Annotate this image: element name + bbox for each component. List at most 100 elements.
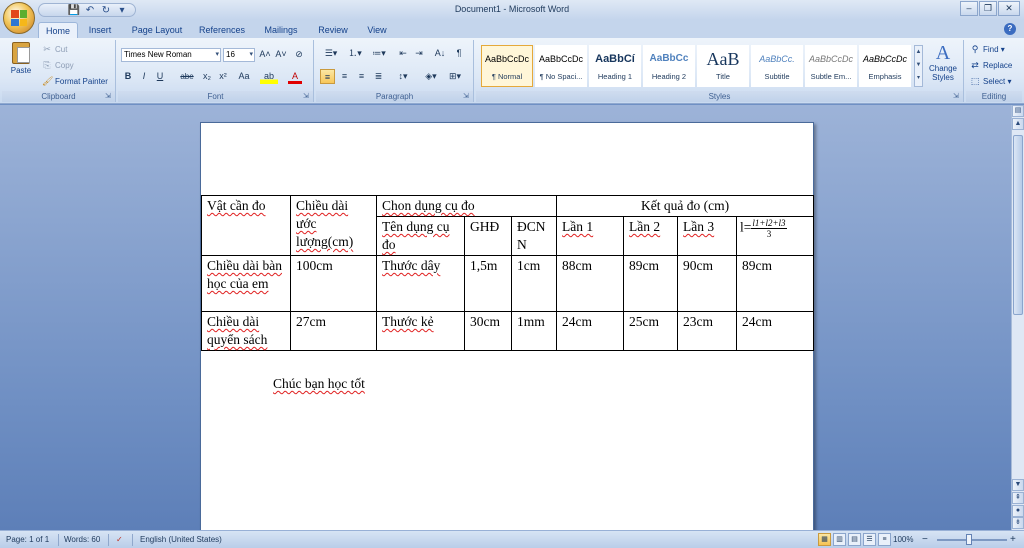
style-title[interactable]: AaB Title — [697, 45, 749, 87]
shrink-font-button[interactable]: A˅ — [274, 47, 288, 62]
style-no-spacing[interactable]: AaBbCcDc ¶ No Spaci... — [535, 45, 587, 87]
tab-home[interactable]: Home — [38, 22, 78, 38]
table-cell[interactable]: Thước kẻ — [376, 311, 465, 351]
zoom-in-button[interactable]: + — [1010, 534, 1016, 546]
table-cell[interactable]: 27cm — [290, 311, 377, 351]
table-cell[interactable]: 30cm — [464, 311, 512, 351]
table-cell[interactable]: 88cm — [556, 255, 625, 312]
superscript-button[interactable]: x² — [216, 69, 230, 84]
format-painter-button[interactable]: 🖌 Format Painter — [42, 74, 108, 88]
strikethrough-button[interactable]: abe — [178, 69, 196, 84]
table-cell[interactable]: 24cm — [736, 311, 815, 351]
print-layout-view-button[interactable]: ▦ — [818, 533, 831, 546]
close-button[interactable]: ✕ — [998, 1, 1020, 16]
change-case-button[interactable]: Aa — [234, 69, 254, 84]
copy-button[interactable]: ⎘ Copy — [42, 58, 73, 72]
numbering-button[interactable]: ⒈▾ — [344, 46, 366, 61]
table-cell[interactable]: ĐCNN — [510, 216, 558, 256]
clear-formatting-button[interactable]: ⊘ — [292, 47, 306, 62]
draft-view-button[interactable]: ≡ — [878, 533, 891, 546]
tab-view[interactable]: View — [362, 22, 392, 38]
table-cell[interactable]: Kết quả đo (cm) — [556, 195, 815, 217]
style-heading-1[interactable]: AaBbCí Heading 1 — [589, 45, 641, 87]
table-cell[interactable]: 25cm — [623, 311, 679, 351]
bold-button[interactable]: B — [121, 69, 135, 84]
vertical-scrollbar[interactable]: ▤ ▲ ▼ ⇞ ● ⇟ — [1011, 105, 1024, 530]
decrease-indent-button[interactable]: ⇤ — [396, 46, 410, 61]
table-cell[interactable]: Chiều dài quyển sách — [201, 311, 291, 351]
align-center-button[interactable]: ≡ — [337, 69, 352, 84]
show-hide-button[interactable]: ¶ — [452, 46, 466, 61]
find-button[interactable]: ⚲ Find ▾ — [970, 42, 1005, 56]
web-layout-button[interactable]: ▤ — [848, 533, 861, 546]
word-count[interactable]: Words: 60 — [64, 534, 100, 546]
language-indicator[interactable]: English (United States) — [140, 534, 222, 546]
styles-launcher-icon[interactable]: ⇲ — [953, 93, 961, 101]
style-heading-2[interactable]: AaBbCc Heading 2 — [643, 45, 695, 87]
redo-icon[interactable]: ↻ — [99, 5, 113, 16]
sort-button[interactable]: A↓ — [432, 46, 448, 61]
paste-button[interactable]: Paste — [6, 42, 36, 88]
bullets-button[interactable]: ☰▾ — [320, 46, 342, 61]
proofing-icon[interactable]: ✓ — [116, 534, 123, 546]
browse-object-button[interactable]: ● — [1012, 505, 1024, 517]
save-icon[interactable]: 💾 — [67, 5, 81, 16]
table-cell[interactable]: 24cm — [556, 311, 625, 351]
tab-mailings[interactable]: Mailings — [256, 22, 306, 38]
table-cell[interactable]: 1,5m — [464, 255, 512, 312]
minimize-button[interactable]: – — [960, 1, 978, 16]
table-cell[interactable]: Lần 3 — [677, 216, 738, 256]
table-cell[interactable]: 1mm — [510, 311, 558, 351]
select-button[interactable]: ⬚ Select ▾ — [970, 74, 1012, 88]
scroll-thumb[interactable] — [1013, 135, 1023, 315]
undo-icon[interactable]: ↶ — [83, 5, 97, 16]
table-cell[interactable]: Chiều dài bàn học của em — [201, 255, 291, 312]
table-cell[interactable]: 89cm — [623, 255, 679, 312]
tab-references[interactable]: References — [194, 22, 250, 38]
table-cell[interactable]: Chon dụng cụ đo — [375, 195, 558, 217]
cut-button[interactable]: ✂ Cut — [42, 42, 67, 56]
styles-scroll-buttons[interactable]: ▲ ▼ ▾ — [914, 45, 923, 87]
tab-review[interactable]: Review — [312, 22, 354, 38]
measurement-table[interactable]: Vật cần đo Chiều dài ước lượng(cm) Chon … — [201, 195, 815, 351]
shading-button[interactable]: ◈▾ — [420, 69, 442, 84]
previous-page-button[interactable]: ⇞ — [1012, 492, 1024, 504]
table-cell[interactable]: Thước dây — [376, 255, 465, 312]
font-color-button[interactable]: A — [288, 69, 302, 84]
table-cell[interactable]: 90cm — [677, 255, 738, 312]
table-cell[interactable]: Vật cần đo — [201, 195, 291, 256]
borders-button[interactable]: ⊞▾ — [444, 69, 466, 84]
align-right-button[interactable]: ≡ — [354, 69, 369, 84]
full-screen-reading-button[interactable]: ▥ — [833, 533, 846, 546]
ruler-toggle-icon[interactable]: ▤ — [1012, 105, 1024, 117]
table-cell[interactable]: Lần 1 — [556, 216, 625, 256]
zoom-slider-thumb[interactable] — [966, 534, 972, 545]
font-size-combo[interactable]: 16 ▾ — [223, 48, 255, 62]
table-cell[interactable]: 1cm — [510, 255, 558, 312]
table-cell[interactable]: 89cm — [736, 255, 815, 312]
document-area[interactable]: Vật cần đo Chiều dài ước lượng(cm) Chon … — [0, 105, 1011, 530]
document-page[interactable]: Vật cần đo Chiều dài ước lượng(cm) Chon … — [200, 122, 815, 530]
zoom-slider-track[interactable] — [937, 539, 1007, 541]
tab-page-layout[interactable]: Page Layout — [126, 22, 188, 38]
italic-button[interactable]: I — [137, 69, 151, 84]
highlight-button[interactable]: ab — [260, 69, 278, 84]
justify-button[interactable]: ≣ — [371, 69, 386, 84]
multilevel-list-button[interactable]: ≔▾ — [368, 46, 390, 61]
style-emphasis[interactable]: AaBbCcDc Emphasis — [859, 45, 911, 87]
style-subtitle[interactable]: AaBbCc. Subtitle — [751, 45, 803, 87]
scroll-down-button[interactable]: ▼ — [1012, 479, 1024, 491]
table-cell[interactable]: l= l1+l2+l3 3 — [736, 216, 815, 256]
page-indicator[interactable]: Page: 1 of 1 — [6, 534, 49, 546]
help-icon[interactable]: ? — [1004, 23, 1016, 35]
clipboard-launcher-icon[interactable]: ⇲ — [105, 93, 113, 101]
increase-indent-button[interactable]: ⇥ — [412, 46, 426, 61]
zoom-out-button[interactable]: − — [922, 534, 928, 546]
customize-qat-icon[interactable]: ▾ — [115, 5, 129, 16]
office-button[interactable] — [3, 2, 35, 34]
style-subtle-emphasis[interactable]: AaBbCcDc Subtle Em... — [805, 45, 857, 87]
replace-button[interactable]: ⇄ Replace — [970, 58, 1012, 72]
subscript-button[interactable]: x₂ — [200, 69, 214, 84]
style-normal[interactable]: AaBbCcDc ¶ Normal — [481, 45, 533, 87]
table-cell[interactable]: GHĐ — [464, 216, 512, 256]
